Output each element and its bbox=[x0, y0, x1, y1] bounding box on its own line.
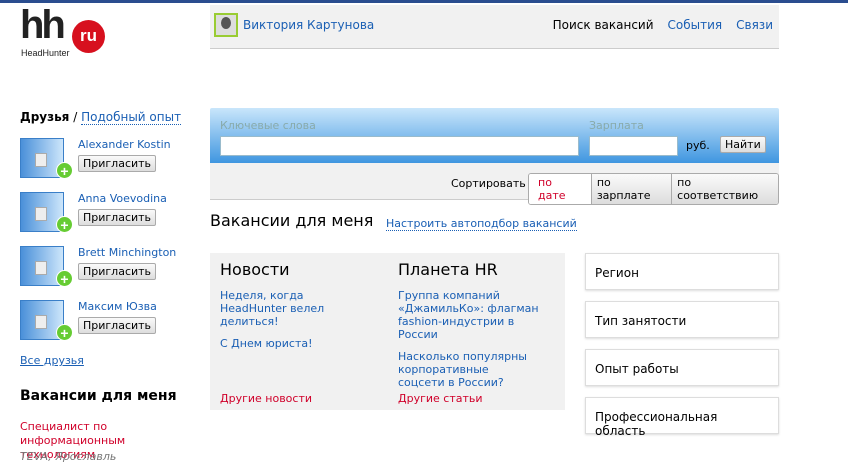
all-friends-link[interactable]: Все друзья bbox=[20, 354, 84, 367]
friend-photo-icon[interactable]: + bbox=[20, 192, 73, 233]
friend-photo-icon[interactable]: + bbox=[20, 300, 73, 341]
friend-name[interactable]: Anna Voevodina bbox=[78, 192, 167, 205]
sort-by-date[interactable]: по дате bbox=[529, 174, 591, 204]
invite-button[interactable]: Пригласить bbox=[78, 317, 157, 334]
logo-subtitle: HeadHunter bbox=[21, 48, 70, 58]
vacancy-company: TEVA, Ярославль bbox=[20, 450, 117, 463]
news-column: Новости Неделя, когда HeadHunter велел д… bbox=[220, 253, 380, 359]
page-title: Вакансии для меня bbox=[210, 211, 374, 230]
more-news-link[interactable]: Другие новости bbox=[220, 392, 312, 405]
user-header: Виктория Картунова Поиск вакансий Событи… bbox=[210, 5, 779, 49]
add-icon: + bbox=[56, 162, 73, 179]
hr-title: Планета HR bbox=[398, 260, 498, 279]
friend-item: + Максим Юзва Пригласить bbox=[20, 300, 200, 344]
top-bar bbox=[0, 0, 848, 3]
find-button[interactable]: Найти bbox=[720, 136, 766, 153]
nav-job-search[interactable]: Поиск вакансий bbox=[553, 18, 654, 32]
news-title: Новости bbox=[220, 260, 290, 279]
invite-button[interactable]: Пригласить bbox=[78, 263, 157, 280]
keywords-input[interactable] bbox=[220, 136, 579, 156]
add-icon: + bbox=[56, 324, 73, 341]
side-vacancies-title: Вакансии для меня bbox=[20, 388, 177, 404]
invite-button[interactable]: Пригласить bbox=[78, 155, 157, 172]
sort-by-relevance[interactable]: по соответствию bbox=[671, 174, 778, 204]
nav-events[interactable]: События bbox=[668, 18, 723, 32]
add-icon: + bbox=[56, 270, 73, 287]
logo-badge: ru bbox=[72, 20, 105, 53]
friends-title[interactable]: Друзья bbox=[20, 110, 69, 124]
invite-button[interactable]: Пригласить bbox=[78, 209, 157, 226]
top-nav: Поиск вакансий События Связи bbox=[553, 18, 773, 32]
similar-experience-link[interactable]: Подобный опыт bbox=[81, 110, 182, 125]
friend-name[interactable]: Максим Юзва bbox=[78, 300, 157, 313]
sort-by-salary[interactable]: по зарплате bbox=[590, 174, 672, 204]
news-link[interactable]: С Днем юриста! bbox=[220, 337, 380, 350]
user-avatar[interactable] bbox=[214, 13, 238, 37]
logo-text: hh bbox=[20, 3, 66, 47]
search-panel: Ключевые слова Зарплата руб. Найти bbox=[210, 108, 779, 163]
news-panel: Новости Неделя, когда HeadHunter велел д… bbox=[210, 253, 565, 410]
hr-column: Планета HR Группа компаний «ДжамильКо»: … bbox=[398, 253, 558, 398]
friend-item: + Anna Voevodina Пригласить bbox=[20, 192, 200, 236]
hr-article-link[interactable]: Группа компаний «ДжамильКо»: флагман fas… bbox=[398, 289, 543, 341]
salary-label: Зарплата bbox=[589, 119, 644, 132]
friend-photo-icon[interactable]: + bbox=[20, 246, 73, 287]
filter-experience[interactable]: Опыт работы bbox=[585, 349, 779, 386]
separator: / bbox=[73, 110, 78, 124]
salary-input[interactable] bbox=[589, 136, 678, 156]
headhunter-logo[interactable]: hh ru HeadHunter bbox=[20, 3, 110, 59]
filter-professional-area[interactable]: Профессиональная область bbox=[585, 397, 779, 438]
friends-heading: Друзья / Подобный опыт bbox=[20, 110, 182, 125]
nav-connections[interactable]: Связи bbox=[736, 18, 773, 32]
friend-name[interactable]: Brett Minchington bbox=[78, 246, 176, 259]
filter-employment-type[interactable]: Тип занятости bbox=[585, 301, 779, 338]
friend-name[interactable]: Alexander Kostin bbox=[78, 138, 171, 151]
keywords-label: Ключевые слова bbox=[220, 119, 316, 132]
friend-item: + Alexander Kostin Пригласить bbox=[20, 138, 200, 182]
friend-item: + Brett Minchington Пригласить bbox=[20, 246, 200, 290]
user-name-link[interactable]: Виктория Картунова bbox=[243, 18, 374, 32]
auto-selection-link[interactable]: Настроить автоподбор вакансий bbox=[386, 217, 577, 231]
currency-label: руб. bbox=[686, 139, 710, 152]
sort-options: по дате по зарплате по соответствию bbox=[528, 173, 779, 205]
hr-article-link[interactable]: Насколько популярны корпоративные соцсет… bbox=[398, 350, 538, 389]
sort-bar: Сортировать по дате по зарплате по соотв… bbox=[210, 163, 779, 205]
more-articles-link[interactable]: Другие статьи bbox=[398, 392, 483, 405]
friend-photo-icon[interactable]: + bbox=[20, 138, 73, 179]
add-icon: + bbox=[56, 216, 73, 233]
sort-label: Сортировать bbox=[451, 177, 526, 190]
news-link[interactable]: Неделя, когда HeadHunter велел делиться! bbox=[220, 289, 370, 328]
filter-region[interactable]: Регион bbox=[585, 253, 779, 290]
